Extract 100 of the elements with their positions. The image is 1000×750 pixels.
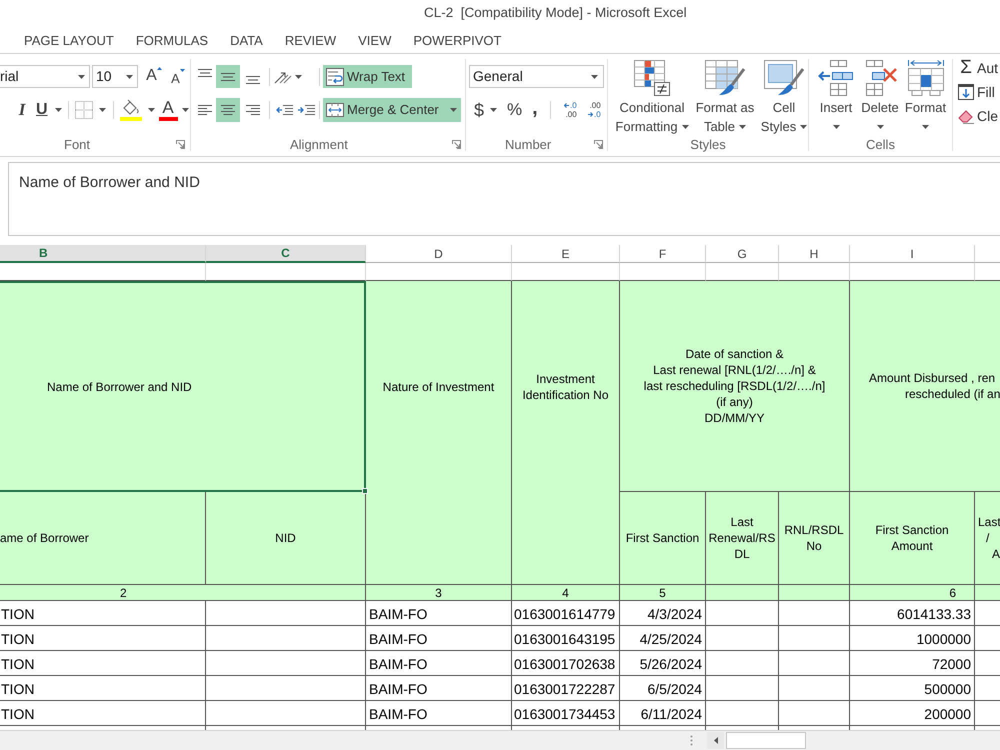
wrap-text-icon [326,68,344,86]
scrollbar-thumb[interactable] [726,732,806,749]
column-header[interactable]: C [206,245,366,263]
align-middle-button[interactable] [216,65,240,88]
caret-down-icon [180,69,185,72]
merge-cells-icon [326,103,344,117]
table-cell: 6/5/2024 [620,676,706,701]
align-left-icon [198,105,212,115]
grow-font-button[interactable]: A [143,65,165,88]
clear-button[interactable]: Cle [958,104,1000,128]
autosum-button[interactable]: Σ Aut [958,56,1000,80]
caret-icon [126,74,133,78]
table-cell: 72000 [850,651,975,676]
scroll-left-button[interactable] [707,732,724,749]
table-cell: BAIM-FO [366,651,512,676]
column-number-cell: 5 [620,585,706,601]
insert-cells-button[interactable]: Insert [815,58,857,136]
header-cell: Name of Borrower and NID [0,281,366,492]
column-header[interactable]: B [0,245,206,263]
table-cell: TION [0,601,206,626]
underline-button[interactable]: U [36,99,62,121]
table-cell: 6/11/2024 [620,701,706,726]
number-format-field[interactable]: General [469,65,604,88]
insert-cells-icon [818,60,854,96]
orientation-icon [274,70,292,84]
conditional-formatting-icon [634,60,670,96]
currency-button[interactable]: $ [474,98,498,122]
align-bottom-icon [246,76,260,84]
group-label: Number [505,136,552,154]
column-header[interactable]: F [620,245,706,263]
caret-icon [832,124,840,128]
fill-handle[interactable] [362,488,368,494]
merge-center-button[interactable]: Merge & Center [323,98,461,122]
font-size-field[interactable]: 10 [92,65,138,88]
column-number-cell: 2 [0,585,366,601]
window-title: CL-2 [Compatibility Mode] - Microsoft Excel [424,4,687,22]
table-cell: TION [0,626,206,651]
column-header[interactable]: I [850,245,975,263]
borders-button[interactable] [74,99,106,121]
table-cell: 200000 [850,701,975,726]
table-cell [779,676,850,701]
header-cell: Nature of Investment [366,281,512,585]
column-number-cell: 3 [366,585,512,601]
wrap-text-button[interactable]: Wrap Text [323,65,412,88]
ribbon-tab[interactable]: VIEW [347,28,402,53]
caret-icon [54,108,62,112]
caret-up-icon [156,67,162,70]
table-cell: BAIM-FO [366,701,512,726]
table-cell: 500000 [850,676,975,701]
conditional-formatting-button[interactable]: Conditional Formatting [614,58,690,136]
comma-style-button[interactable]: , [532,98,538,122]
font-name-field[interactable]: rial [0,65,90,88]
caret-icon [148,108,155,112]
format-cells-button[interactable]: Format [902,58,949,136]
fill-button[interactable]: Fill [958,80,1000,104]
decrease-decimal-button[interactable]: .00 .0 [582,98,601,122]
column-header[interactable]: H [779,245,850,263]
column-header[interactable]: D [366,245,512,263]
table-cell: 0163001614779 [512,601,620,626]
dialog-launcher-icon[interactable] [594,140,603,149]
header-cell: NID [206,492,366,585]
header-cell: Amount Disbursed , ren rescheduled (if an [850,281,1000,492]
table-cell: 5/26/2024 [620,651,706,676]
column-number-cell [975,585,1000,601]
ribbon-tab[interactable]: REVIEW [274,28,348,53]
header-cell: Date of sanction & Last renewal [RNL(1/2/…./n] & last rescheduling [RSDL(1/2/…./n] (if any) DD/MM/YY [620,281,850,492]
group-label: Font [64,136,90,154]
italic-button[interactable]: I [14,99,30,121]
fill-color-button[interactable] [120,98,155,122]
format-as-table-icon [705,60,745,96]
align-center-button[interactable] [216,98,240,122]
table-cell: TION [0,701,206,726]
dialog-launcher-icon[interactable] [452,140,461,149]
formula-bar-field[interactable]: Name of Borrower and NID [8,162,1000,236]
ribbon-tab[interactable]: DATA [219,28,274,53]
group-label: Alignment [290,136,348,154]
cell-styles-button[interactable]: Cell Styles [760,58,808,136]
decrease-indent-icon [276,105,292,115]
align-middle-icon [221,72,235,80]
dialog-launcher-icon[interactable] [176,140,185,149]
table-cell: BAIM-FO [366,601,512,626]
ribbon-tab[interactable]: PAGE LAYOUT [13,28,125,53]
column-header[interactable]: G [706,245,779,263]
ribbon-tab[interactable]: FORMULAS [124,28,220,53]
column-header[interactable]: E [512,245,620,263]
group-label: Styles [690,136,726,154]
table-cell: 0163001702638 [512,651,620,676]
ribbon-tab[interactable]: POWERPIVOT [402,28,512,53]
header-cell: ame of Borrower [0,492,206,585]
shrink-font-button[interactable]: A [168,65,188,88]
caret-icon [682,124,689,128]
align-center-icon [221,105,235,115]
percent-button[interactable]: % [507,98,522,122]
font-color-button[interactable]: A [158,98,189,122]
increase-decimal-button[interactable]: .0 .00 [558,98,577,122]
delete-cells-button[interactable]: Delete [859,58,901,136]
table-cell: 6014133.33 [850,601,975,626]
caret-icon [295,74,302,78]
table-cell [779,651,850,676]
format-as-table-button[interactable]: Format as Table [692,58,758,136]
